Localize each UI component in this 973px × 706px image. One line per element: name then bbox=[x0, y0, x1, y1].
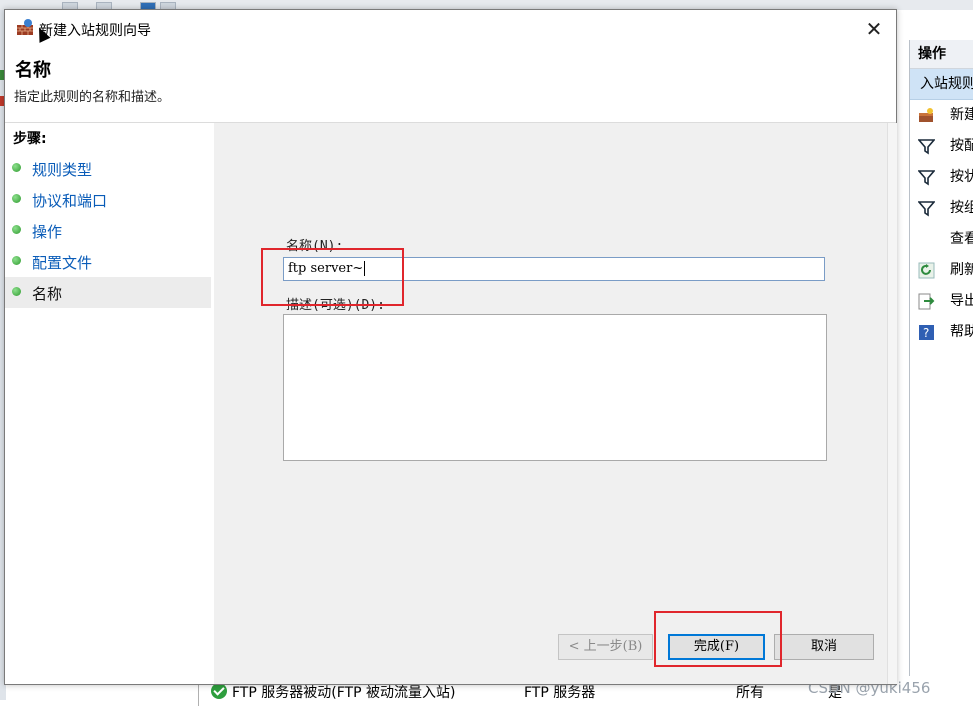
step-profile[interactable]: 配置文件 bbox=[5, 246, 211, 277]
finish-highlight-box bbox=[654, 611, 782, 667]
action-export[interactable]: 导出 bbox=[910, 286, 973, 317]
action-label: 刷新 bbox=[950, 262, 973, 278]
step-label: 名称 bbox=[32, 285, 63, 303]
content-scroll-edge bbox=[887, 123, 897, 684]
step-label: 配置文件 bbox=[32, 254, 93, 272]
action-label: 新建 bbox=[950, 107, 973, 123]
step-status-icon bbox=[12, 163, 21, 172]
step-label: 操作 bbox=[32, 223, 63, 241]
refresh-icon bbox=[918, 262, 935, 279]
action-filter-by-group[interactable]: 按组 bbox=[910, 193, 973, 224]
step-name: 名称 bbox=[5, 277, 211, 308]
action-filter-by-profile[interactable]: 按配 bbox=[910, 131, 973, 162]
action-refresh[interactable]: 刷新 bbox=[910, 255, 973, 286]
step-status-icon bbox=[12, 287, 21, 296]
filter-icon bbox=[918, 170, 935, 186]
rule-profile-cell: 所有 bbox=[736, 685, 764, 701]
page-description: 指定此规则的名称和描述。 bbox=[14, 90, 171, 105]
steps-label: 步骤: bbox=[13, 131, 47, 147]
new-inbound-rule-wizard: 新建入站规则向导 ✕ 名称 指定此规则的名称和描述。 步骤: 规则类型 协议和端… bbox=[4, 9, 897, 685]
back-button[interactable]: < 上一步(B) bbox=[558, 634, 653, 660]
action-filter-by-state[interactable]: 按状 bbox=[910, 162, 973, 193]
action-label: 查看 bbox=[950, 231, 973, 247]
steps-pane: 步骤: 规则类型 协议和端口 操作 配置文件 名称 bbox=[5, 123, 213, 684]
action-view[interactable]: 查看 bbox=[910, 224, 973, 255]
svg-text:?: ? bbox=[923, 326, 929, 340]
action-label: 导出 bbox=[950, 293, 973, 309]
step-label: 规则类型 bbox=[32, 161, 93, 179]
help-icon: ? bbox=[919, 325, 934, 340]
action-new-rule[interactable]: 新建 bbox=[910, 100, 973, 131]
actions-section-inbound-rules[interactable]: 入站规则 bbox=[910, 69, 973, 100]
wizard-header: 名称 指定此规则的名称和描述。 bbox=[5, 48, 896, 123]
step-protocol-and-ports[interactable]: 协议和端口 bbox=[5, 184, 211, 215]
step-status-icon bbox=[12, 256, 21, 265]
name-highlight-box bbox=[261, 248, 404, 306]
dialog-title: 新建入站规则向导 bbox=[39, 23, 151, 39]
rule-group-cell: FTP 服务器 bbox=[524, 685, 596, 701]
action-label: 按配 bbox=[950, 138, 973, 154]
title-bar[interactable]: 新建入站规则向导 ✕ bbox=[5, 10, 896, 48]
action-label: 按组 bbox=[950, 200, 973, 216]
actions-header: 操作 bbox=[910, 40, 973, 69]
action-label: 按状 bbox=[950, 169, 973, 185]
cancel-button[interactable]: 取消 bbox=[774, 634, 874, 660]
enabled-check-icon bbox=[211, 683, 227, 699]
step-label: 协议和端口 bbox=[32, 192, 108, 210]
filter-icon bbox=[918, 139, 935, 155]
filter-icon bbox=[918, 201, 935, 217]
close-button[interactable]: ✕ bbox=[857, 15, 891, 43]
page-title: 名称 bbox=[15, 60, 51, 81]
description-field[interactable] bbox=[283, 314, 827, 461]
export-icon bbox=[918, 293, 935, 310]
step-rule-type[interactable]: 规则类型 bbox=[5, 153, 211, 184]
step-action[interactable]: 操作 bbox=[5, 215, 211, 246]
new-rule-icon bbox=[919, 108, 933, 122]
actions-panel: 操作 入站规则 新建 按配 按状 按组 查看 刷新 导出 ? 帮助 bbox=[909, 40, 973, 706]
step-status-icon bbox=[12, 194, 21, 203]
firewall-app-icon bbox=[17, 19, 33, 35]
wizard-content: 名称(N): ftp server~ 描述(可选)(D): < 上一步(B) 完… bbox=[214, 123, 887, 684]
step-status-icon bbox=[12, 225, 21, 234]
action-label: 帮助 bbox=[950, 324, 973, 340]
rule-name-cell: FTP 服务器被动(FTP 被动流量入站) bbox=[232, 685, 456, 701]
action-help[interactable]: ? 帮助 bbox=[910, 317, 973, 348]
